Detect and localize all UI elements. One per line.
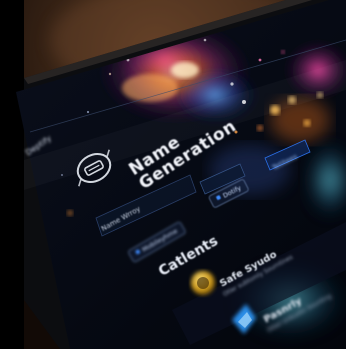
photo-scene: Deptify Name Generation Name Wrroy Dotif…: [0, 0, 346, 349]
tablet-photo: [0, 0, 346, 349]
